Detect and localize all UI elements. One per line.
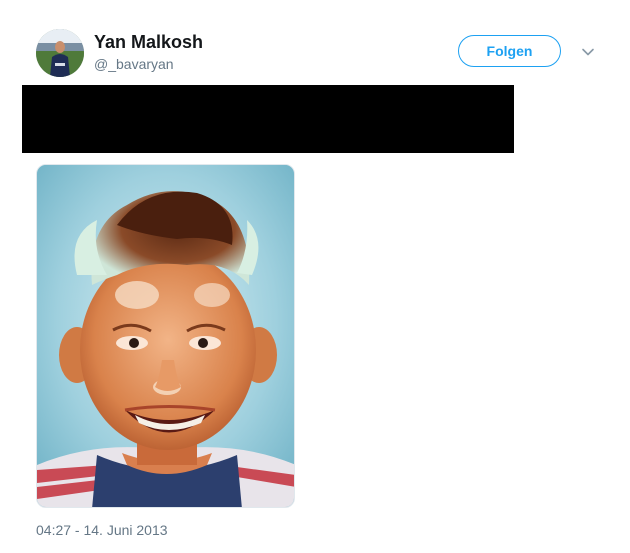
redaction-bar [22, 85, 514, 153]
avatar[interactable] [36, 29, 84, 77]
tweet-timestamp[interactable]: 04:27 - 14. Juni 2013 [36, 522, 168, 538]
author-name[interactable]: Yan Malkosh [94, 32, 203, 53]
child-portrait-image [37, 165, 294, 507]
tweet-card: Yan Malkosh @_bavaryan Folgen 04:27 - 14… [0, 0, 630, 553]
author-handle[interactable]: @_bavaryan [94, 56, 174, 72]
tweet-photo[interactable] [36, 164, 295, 508]
chevron-down-icon[interactable] [580, 44, 596, 60]
avatar-image [36, 29, 84, 77]
follow-button[interactable]: Folgen [458, 35, 561, 67]
partially-hidden-text [36, 152, 236, 158]
